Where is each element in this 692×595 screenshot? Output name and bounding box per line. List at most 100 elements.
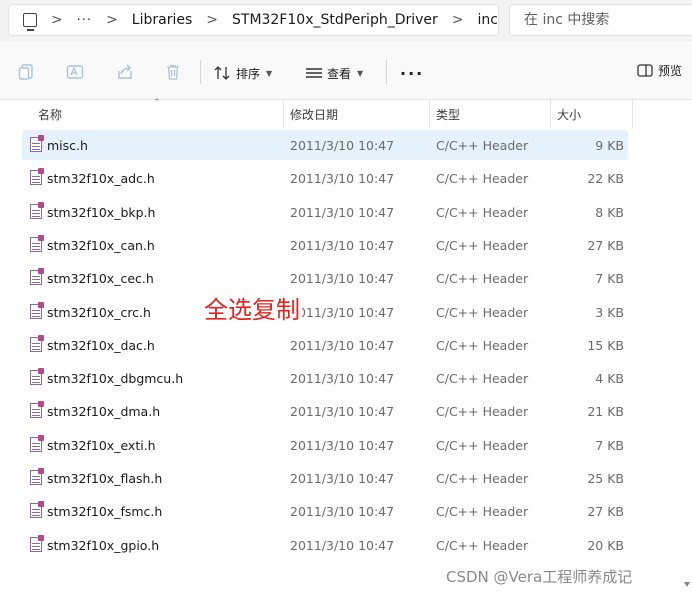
column-header-name[interactable]: 名称 [38, 106, 62, 123]
file-row[interactable]: stm32f10x_can.h 2011/3/10 10:47 C/C++ Head… [22, 230, 628, 260]
file-size: 7 KB [595, 271, 624, 287]
copy-icon[interactable] [18, 63, 36, 81]
annotation-text: 全选复制 [202, 290, 302, 325]
breadcrumb-overflow-button[interactable]: ··· [77, 13, 92, 28]
column-header-size[interactable]: 大小 [557, 106, 581, 123]
share-icon[interactable] [116, 63, 134, 81]
file-date: 2011/3/10 10:47 [290, 204, 395, 220]
c-header-file-icon [30, 368, 44, 386]
more-options-button[interactable]: ··· [400, 64, 424, 83]
column-divider[interactable] [429, 100, 430, 128]
file-type: C/C++ Header [436, 271, 529, 287]
file-row[interactable]: stm32f10x_bkp.h 2011/3/10 10:47 C/C++ Head… [22, 197, 628, 227]
file-row[interactable]: stm32f10x_dma.h 2011/3/10 10:47 C/C++ Head… [22, 396, 628, 426]
column-divider[interactable] [550, 100, 551, 128]
file-name: stm32f10x_dbgmcu.h [47, 371, 184, 387]
preview-pane-button[interactable]: 预览 [637, 62, 682, 79]
preview-pane-icon [637, 64, 653, 77]
breadcrumb-inc[interactable]: inc [478, 12, 498, 28]
column-divider[interactable] [632, 100, 633, 128]
c-header-file-icon [30, 234, 44, 252]
file-type: C/C++ Header [436, 371, 529, 387]
file-date: 2011/3/10 10:47 [290, 537, 395, 553]
file-name: stm32f10x_crc.h [47, 304, 151, 320]
this-pc-icon[interactable] [23, 13, 37, 31]
c-header-file-icon [30, 501, 44, 519]
delete-icon[interactable] [164, 63, 182, 81]
file-row[interactable]: stm32f10x_adc.h 2011/3/10 10:47 C/C++ Head… [22, 163, 628, 193]
c-header-file-icon [30, 301, 44, 319]
file-date: 2011/3/10 10:47 [290, 404, 395, 420]
file-date: 2011/3/10 10:47 [290, 337, 395, 353]
chevron-right-icon[interactable]: > [106, 12, 118, 28]
file-row[interactable]: stm32f10x_cec.h 2011/3/10 10:47 C/C++ Head… [22, 263, 628, 293]
breadcrumb-stdperiph-driver[interactable]: STM32F10x_StdPeriph_Driver [232, 12, 438, 28]
file-name: stm32f10x_can.h [47, 237, 155, 253]
rename-icon[interactable] [66, 63, 84, 81]
file-type: C/C++ Header [436, 138, 529, 153]
file-name: stm32f10x_flash.h [47, 471, 163, 486]
chevron-right-icon[interactable]: > [452, 12, 464, 28]
file-row[interactable]: misc.h 2011/3/10 10:47 C/C++ Header 9 KB [22, 130, 628, 160]
file-size: 27 KB [587, 237, 624, 253]
column-divider[interactable] [283, 100, 284, 128]
toolbar-divider [386, 60, 387, 84]
column-header-type[interactable]: 类型 [436, 106, 460, 123]
address-bar[interactable]: > ··· > Libraries > STM32F10x_StdPeriph_… [8, 4, 499, 36]
file-name: stm32f10x_exti.h [47, 437, 156, 453]
file-size: 20 KB [587, 537, 624, 553]
chevron-right-icon[interactable]: > [51, 12, 63, 28]
file-name: stm32f10x_gpio.h [47, 537, 160, 553]
search-input[interactable] [524, 12, 684, 28]
file-row[interactable]: stm32f10x_crc.h 2011/3/10 10:47 C/C++ Head… [22, 297, 628, 327]
file-row[interactable]: stm32f10x_flash.h 2011/3/10 10:47 C/C++ He… [22, 463, 628, 493]
file-date: 2011/3/10 10:47 [290, 138, 395, 153]
file-row[interactable]: stm32f10x_dbgmcu.h 2011/3/10 10:47 C/C++ H… [22, 363, 628, 393]
c-header-file-icon [30, 135, 44, 152]
file-type: C/C++ Header [436, 337, 529, 353]
sort-ascending-icon: ⌃ [153, 98, 161, 108]
file-row[interactable]: stm32f10x_exti.h 2011/3/10 10:47 C/C++ Hea… [22, 430, 628, 460]
file-type: C/C++ Header [436, 537, 529, 553]
file-type: C/C++ Header [436, 437, 529, 453]
file-date: 2011/3/10 10:47 [290, 304, 395, 320]
sort-icon [214, 66, 230, 80]
file-date: 2011/3/10 10:47 [290, 437, 395, 453]
toolbar-divider [200, 60, 201, 84]
file-row[interactable]: stm32f10x_fsmc.h 2011/3/10 10:47 C/C++ Hea… [22, 496, 628, 526]
file-name: stm32f10x_adc.h [47, 171, 155, 187]
c-header-file-icon [30, 268, 44, 286]
file-date: 2011/3/10 10:47 [290, 171, 395, 187]
file-date: 2011/3/10 10:47 [290, 371, 395, 387]
search-box[interactable] [509, 4, 692, 36]
chevron-down-icon: ▼ [266, 68, 273, 78]
file-size: 27 KB [587, 504, 624, 520]
sort-label: 排序 [236, 66, 261, 81]
file-size: 22 KB [587, 171, 624, 187]
file-type: C/C++ Header [436, 471, 529, 486]
file-name: stm32f10x_fsmc.h [47, 504, 163, 520]
scrollbar-down-arrow[interactable] [681, 578, 692, 595]
file-type: C/C++ Header [436, 504, 529, 520]
breadcrumb-libraries[interactable]: Libraries [132, 12, 192, 28]
file-type: C/C++ Header [436, 304, 529, 320]
file-name: stm32f10x_cec.h [47, 271, 154, 287]
sort-button[interactable]: 排序 ▼ [214, 62, 272, 84]
file-date: 2011/3/10 10:47 [290, 271, 395, 287]
file-row[interactable]: stm32f10x_dac.h 2011/3/10 10:47 C/C++ Head… [22, 330, 628, 360]
c-header-file-icon [30, 468, 44, 485]
file-size: 25 KB [587, 471, 624, 486]
chevron-down-icon: ▼ [357, 68, 364, 78]
file-name: misc.h [47, 138, 88, 153]
file-type: C/C++ Header [436, 237, 529, 253]
file-date: 2011/3/10 10:47 [290, 471, 395, 486]
column-header-date[interactable]: 修改日期 [290, 106, 338, 123]
c-header-file-icon [30, 334, 44, 352]
chevron-right-icon[interactable]: > [206, 12, 218, 28]
file-name: stm32f10x_dac.h [47, 337, 155, 353]
file-type: C/C++ Header [436, 404, 529, 420]
file-size: 9 KB [595, 138, 624, 153]
view-button[interactable]: 查看 ▼ [305, 62, 363, 84]
file-row[interactable]: stm32f10x_gpio.h 2011/3/10 10:47 C/C++ Hea… [22, 530, 628, 560]
c-header-file-icon [30, 201, 44, 219]
